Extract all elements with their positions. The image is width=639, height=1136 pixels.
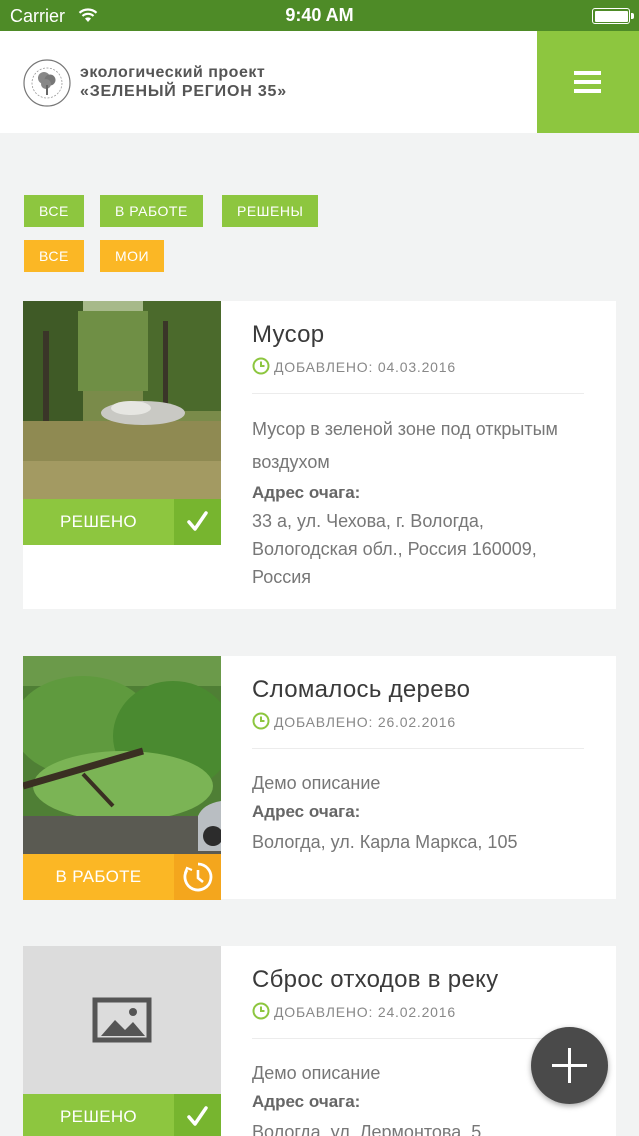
- hamburger-icon-bar: [574, 89, 601, 93]
- garbage-photo: [23, 301, 221, 499]
- filter-status-in-progress[interactable]: В РАБОТЕ: [100, 195, 203, 227]
- clock-icon: [252, 1002, 270, 1020]
- issue-date-text: ДОБАВЛЕНО: 04.03.2016: [274, 359, 456, 375]
- status-in-progress: В РАБОТЕ: [23, 854, 221, 900]
- check-icon: [174, 499, 221, 545]
- issue-date: ДОБАВЛЕНО: 26.02.2016: [252, 712, 456, 730]
- hamburger-icon: [574, 71, 601, 75]
- clock-icon: [252, 712, 270, 730]
- issue-title: Сломалось дерево: [252, 676, 471, 703]
- issue-date: ДОБАВЛЕНО: 04.03.2016: [252, 357, 456, 375]
- divider: [252, 748, 584, 749]
- hamburger-icon-bar: [574, 80, 601, 84]
- filter-owner-all[interactable]: ВСЕ: [24, 240, 84, 272]
- battery-icon: [592, 8, 634, 24]
- issue-date-text: ДОБАВЛЕНО: 26.02.2016: [274, 714, 456, 730]
- status-label: РЕШЕНО: [60, 1107, 137, 1126]
- issue-card[interactable]: РЕШЕНО Мусор ДОБАВЛЕНО: 04.03.2016 Мусор…: [23, 301, 616, 609]
- logo-text-line2: «ЗЕЛЕНЫЙ РЕГИОН 35»: [80, 83, 287, 100]
- add-issue-button[interactable]: [531, 1027, 608, 1104]
- filter-status-resolved[interactable]: РЕШЕНЫ: [222, 195, 319, 227]
- issue-card[interactable]: РЕШЕНО Сброс отходов в реку ДОБАВЛЕНО: 2…: [23, 946, 616, 1136]
- address-label: Адрес очага:: [252, 483, 361, 502]
- menu-button[interactable]: [537, 31, 639, 133]
- issue-address: Вологда, ул. Карла Маркса, 105: [252, 832, 518, 852]
- address-label: Адрес очага:: [252, 802, 361, 821]
- address-label: Адрес очага:: [252, 1092, 361, 1111]
- issue-title: Мусор: [252, 321, 325, 348]
- issue-title: Сброс отходов в реку: [252, 966, 499, 993]
- issue-address: 33 а, ул. Чехова, г. Вологда, Вологодска…: [252, 511, 537, 587]
- clock: 9:40 AM: [285, 5, 354, 25]
- app-header: экологический проект «ЗЕЛЕНЫЙ РЕГИОН 35»: [0, 31, 639, 133]
- filter-status-all[interactable]: ВСЕ: [24, 195, 84, 227]
- divider: [252, 393, 584, 394]
- status-label: РЕШЕНО: [60, 512, 137, 531]
- fallen-tree-photo: [23, 656, 221, 854]
- issue-card[interactable]: В РАБОТЕ Сломалось дерево ДОБАВЛЕНО: 26.…: [23, 656, 616, 900]
- status-label: В РАБОТЕ: [55, 867, 142, 886]
- check-icon: [174, 1094, 221, 1136]
- issue-date-text: ДОБАВЛЕНО: 24.02.2016: [274, 1004, 456, 1020]
- logo-text-line1: экологический проект: [80, 64, 266, 81]
- issue-date: ДОБАВЛЕНО: 24.02.2016: [252, 1002, 456, 1020]
- divider: [252, 1038, 584, 1039]
- clock-icon: [252, 357, 270, 375]
- issue-body: Демо описание Адрес очага: Вологда, ул. …: [252, 768, 588, 856]
- issue-address: Вологда, ул. Лермонтова, 5: [252, 1122, 482, 1136]
- issue-body: Мусор в зеленой зоне под открытым воздух…: [252, 413, 588, 591]
- issue-description: Мусор в зеленой зоне под открытым воздух…: [252, 419, 558, 472]
- status-resolved: РЕШЕНО: [23, 1094, 221, 1136]
- status-resolved: РЕШЕНО: [23, 499, 221, 545]
- timer-icon: [174, 854, 221, 900]
- logo-emblem-icon: [23, 59, 71, 107]
- issue-description: Демо описание: [252, 773, 381, 793]
- filter-owner-mine[interactable]: МОИ: [100, 240, 165, 272]
- status-bar: Carrier 9:40 AM: [0, 0, 639, 31]
